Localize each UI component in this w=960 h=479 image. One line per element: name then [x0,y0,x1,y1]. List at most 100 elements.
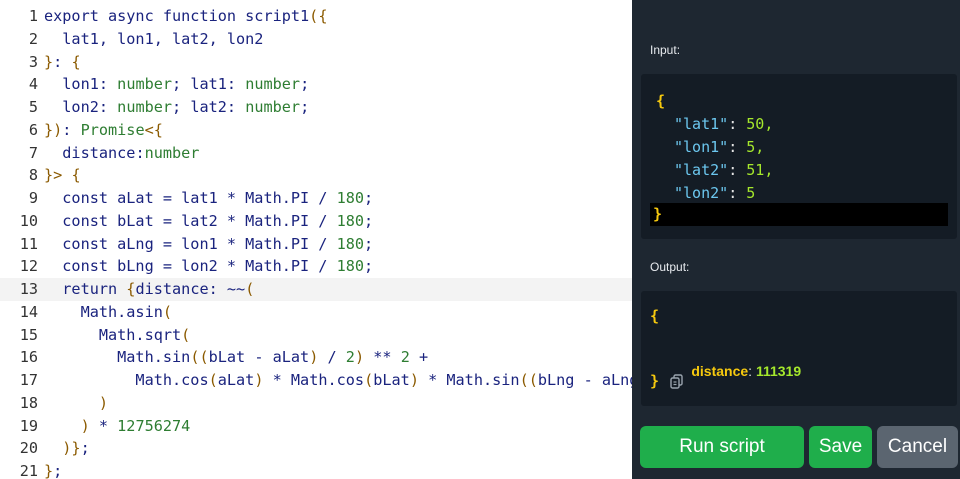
input-close-brace: } [653,205,663,223]
code-line[interactable]: 11 const aLng = lon1 * Math.PI / 180; [0,233,632,256]
code-line[interactable]: 9 const aLat = lat1 * Math.PI / 180; [0,187,632,210]
code-text: distance:number [44,142,199,165]
code-editor[interactable]: 1 export async function script1({2 lat1, … [0,0,632,479]
code-token: / [318,348,346,367]
input-json-editor[interactable]: {"lat1": 50, "lon1": 5, "lat2": 51, "lon2":… [641,74,957,239]
output-open-brace: { [650,307,660,325]
input-entry: "lon2": 5 [674,182,755,205]
code-token: (( [190,348,209,367]
code-line[interactable]: 10 const bLat = lat2 * Math.PI / 180; [0,210,632,233]
code-token: ( [364,371,374,389]
code-line[interactable]: 14 Math.asin( [0,301,632,324]
code-text: ) [44,392,108,415]
code-token: bLng - aLng [537,371,632,389]
code-line[interactable]: 6}): Promise<{ [0,119,632,142]
code-token: } [44,462,54,479]
code-text: }: { [44,51,81,74]
output-entry: distance: 111319 [668,337,801,406]
save-button[interactable]: Save [809,426,872,468]
code-line[interactable]: 4 lon1: number; lat1: number; [0,73,632,96]
code-token: Math.asin [44,302,163,321]
code-line[interactable]: 8}> { [0,164,632,187]
input-active-line [650,203,948,226]
code-text: const bLng = lon2 * Math.PI / 180; [44,255,373,278]
run-script-button[interactable]: Run script [640,426,804,468]
code-token: lon1 [44,75,99,94]
code-line[interactable]: 12 const bLng = lon2 * Math.PI / 180; [0,255,632,278]
code-token: distance [44,143,136,162]
code-token: Promise [80,120,145,139]
copy-icon[interactable] [670,374,684,390]
code-token: return [44,280,127,298]
code-token: ; [364,234,374,253]
code-token: 180 [336,257,365,276]
code-line[interactable]: 5 lon2: number; lat2: number; [0,96,632,119]
code-line[interactable]: 13 return {distance: ~~( [0,278,632,301]
code-token: lon2 [44,98,99,116]
code-token: { [71,166,81,185]
line-number: 12 [19,257,38,276]
code-line[interactable]: 19 ) * 12756274 [0,415,632,438]
input-colon: : [728,161,747,179]
code-token: Math.cos [44,371,209,389]
code-line[interactable]: 15 Math.sqrt( [0,324,632,347]
input-open-brace: { [656,92,666,110]
input-separator: , [764,115,774,133]
code-line[interactable]: 18 ) [0,392,632,415]
input-colon: : [728,115,747,133]
code-token: : [226,75,246,94]
cancel-button[interactable]: Cancel [877,426,958,468]
code-line[interactable]: 1 export async function script1({ [0,5,632,28]
code-token: const bLat = lat2 * Math.PI / [44,211,337,230]
line-number: 18 [19,393,38,412]
input-label: Input: [650,43,681,57]
code-token: }> [44,166,63,185]
input-colon: : [728,138,747,156]
line-number: 13 [19,280,38,298]
code-token: number [245,75,301,94]
code-token: Math.sin [44,348,191,367]
code-line[interactable]: 17 Math.cos(aLat) * Math.cos(bLat) * Mat… [0,369,632,392]
code-token: ) [409,371,419,389]
input-entry: "lon1": 5, [674,136,764,159]
code-text: )}; [44,437,89,460]
code-line[interactable]: 21}; [0,460,632,479]
code-line[interactable]: 16 Math.sin((bLat - aLat) / 2) ** 2 + [0,346,632,369]
code-text: Math.asin( [44,301,172,324]
code-token: : [53,52,72,71]
code-text: Math.sqrt( [44,324,190,347]
code-token: Math.sqrt [44,325,182,344]
code-token: ; [300,98,310,116]
code-token: number [245,98,301,116]
code-text: return {distance: ~~( [44,278,254,301]
code-token: export async function script1 [44,7,310,25]
code-token: ; [364,211,374,230]
code-token: number [117,98,173,116]
code-token: : [135,143,145,162]
output-close-brace: } [650,372,660,390]
input-key: "lat1" [674,115,729,133]
line-number: 7 [28,143,38,162]
code-token: ) [44,393,109,412]
code-token: ; [300,75,310,94]
line-number: 21 [19,462,38,479]
input-key: "lon2" [674,184,729,202]
script-panel: Input: {"lat1": 50, "lon1": 5, "lat2": 51,… [632,0,960,479]
line-number: 14 [19,302,38,321]
input-separator: , [755,138,765,156]
code-line[interactable]: 20 )}; [0,437,632,460]
code-token: ; [364,257,374,276]
code-token: ; [53,462,63,479]
code-token: ; lat1 [172,75,227,94]
code-token: ) [354,348,365,367]
code-line[interactable]: 2 lat1, lon1, lat2, lon2 [0,28,632,51]
code-text: lat1, lon1, lat2, lon2 [44,28,263,51]
code-line[interactable]: 7 distance:number [0,142,632,165]
code-token: number [144,143,200,162]
code-token: ) [44,416,90,435]
code-token: ) [309,348,319,367]
code-token: 12756274 [117,416,191,435]
code-token: const aLng = lon1 * Math.PI / [44,234,337,253]
code-token: 2 [345,348,355,367]
code-line[interactable]: 3}: { [0,51,632,74]
